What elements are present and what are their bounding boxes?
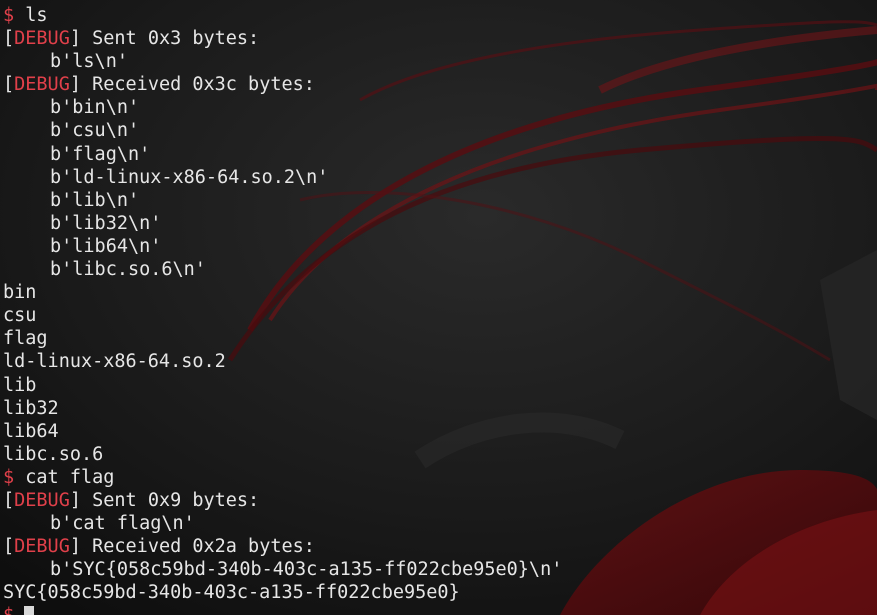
received-bytes-line: b'ld-linux-x86-64.so.2\n' (50, 166, 329, 188)
debug-text: Sent 0x3 bytes: (92, 28, 260, 50)
prompt-symbol: $ (3, 605, 14, 615)
prompt-line: $ ls (3, 4, 877, 27)
received-bytes-line: b'lib64\n' (50, 235, 162, 257)
received-bytes-line: b'csu\n' (50, 120, 140, 142)
output-line: SYC{058c59bd-340b-403c-a135-ff022cbe95e0… (3, 582, 460, 604)
debug-line: [DEBUG] Sent 0x9 bytes: (3, 489, 260, 511)
prompt-symbol: $ (3, 466, 15, 488)
debug-tag: DEBUG (14, 28, 70, 50)
command-text: cat flag (25, 466, 115, 488)
debug-line: [DEBUG] Sent 0x3 bytes: (3, 28, 260, 50)
debug-text: Received 0x2a bytes: (92, 536, 315, 558)
received-bytes-line: b'lib32\n' (50, 212, 162, 234)
debug-text: Sent 0x9 bytes: (92, 489, 260, 511)
prompt-line: $ cat flag (3, 466, 877, 489)
debug-line: [DEBUG] Received 0x2a bytes: (3, 536, 315, 558)
debug-line: [DEBUG] Received 0x3c bytes: (3, 74, 315, 96)
debug-text: Received 0x3c bytes: (92, 74, 315, 96)
output-line: ld-linux-x86-64.so.2 (3, 351, 226, 373)
text-cursor[interactable] (24, 606, 35, 615)
debug-tag: DEBUG (14, 74, 70, 96)
debug-tag: DEBUG (14, 536, 70, 558)
input-prompt-line: $ (3, 604, 877, 615)
output-line: lib (3, 374, 37, 396)
received-bytes-line: b'libc.so.6\n' (50, 259, 206, 281)
received-bytes-line: b'flag\n' (50, 143, 151, 165)
terminal-output[interactable]: $ ls [DEBUG] Sent 0x3 bytes: b'ls\n' [DEBUG… (3, 4, 877, 615)
received-bytes-line: b'cat flag\n' (50, 513, 195, 535)
output-line: lib32 (3, 397, 59, 419)
output-line: flag (3, 328, 48, 350)
command-text: ls (25, 5, 48, 26)
prompt-symbol: $ (3, 5, 15, 26)
output-line: bin (3, 282, 37, 304)
output-line: libc.so.6 (3, 443, 104, 465)
output-line: lib64 (3, 420, 59, 442)
received-bytes-line: b'ls\n' (50, 51, 128, 73)
output-line: csu (3, 305, 37, 327)
received-bytes-line: b'SYC{058c59bd-340b-403c-a135-ff022cbe95… (50, 559, 563, 581)
received-bytes-line: b'bin\n' (50, 97, 140, 119)
debug-tag: DEBUG (14, 489, 70, 511)
received-bytes-line: b'lib\n' (50, 189, 140, 211)
